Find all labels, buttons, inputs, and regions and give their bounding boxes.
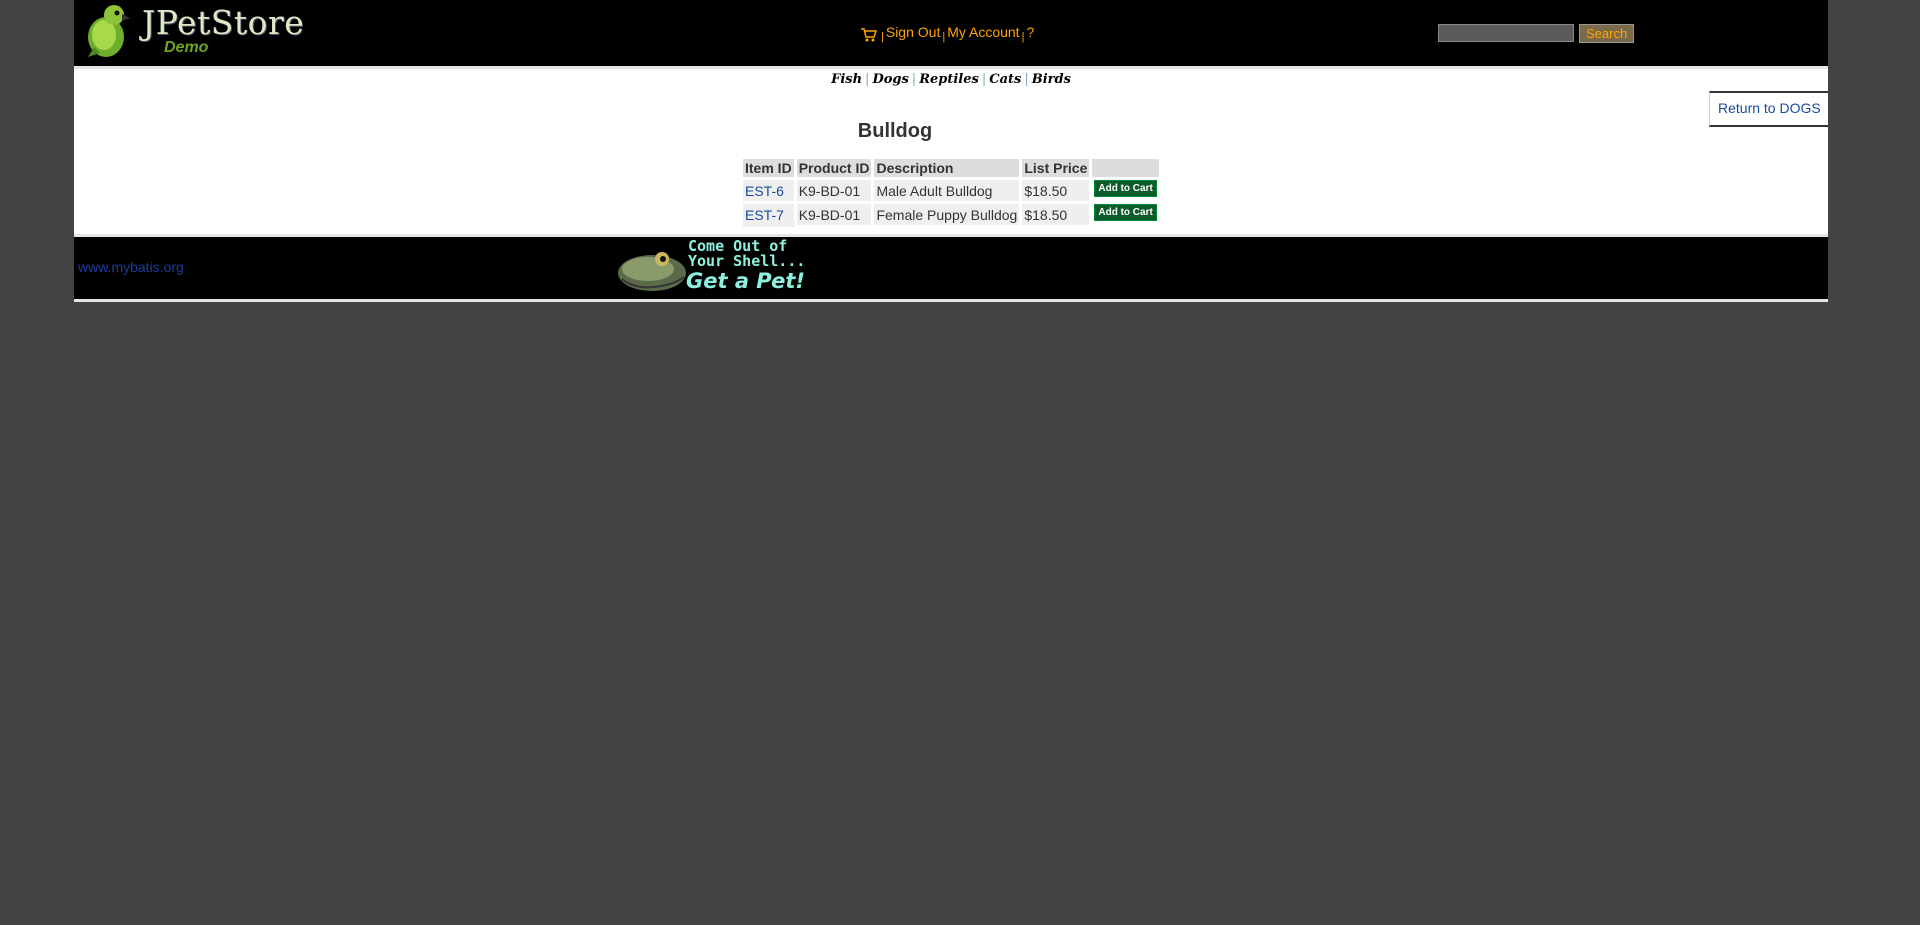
logo-subtitle: Demo [164,39,209,56]
quicklink-separator: | [1024,72,1029,87]
action-cell: Add to Cart [1092,204,1159,225]
table-row: EST-6 K9-BD-01 Male Adult Bulldog $18.50… [743,180,1159,201]
product-id-cell: K9-BD-01 [796,180,872,201]
footer: www.mybatis.org Come Out of Your Shell..… [74,234,1828,302]
quicklink-separator: | [911,72,917,87]
back-link-box: Return to DOGS [1709,91,1828,127]
menu-separator: | [942,31,946,43]
table-row: EST-7 K9-BD-01 Female Puppy Bulldog $18.… [743,204,1159,225]
table-footer-cell [743,221,795,227]
quicklink-fish[interactable]: Fish [831,72,862,87]
parrot-logo-icon [88,5,130,57]
my-account-link[interactable]: My Account [947,24,1019,40]
item-id-link[interactable]: EST-6 [745,183,784,199]
column-header-action [1092,159,1159,177]
price-cell: $18.50 [1022,180,1090,201]
header: JPetStore Demo | Sign Out | My Account |… [74,0,1828,69]
banner-line-2: Your Shell... [688,252,806,270]
main-content: Fish | Dogs | Reptiles | Cats | Birds Return to … [74,69,1828,234]
item-id-cell: EST-6 [743,180,794,201]
quicklink-cats[interactable]: Cats [989,72,1021,87]
column-header-list-price: List Price [1022,159,1090,177]
category-quicklinks: Fish | Dogs | Reptiles | Cats | Birds [74,72,1828,87]
sign-out-link[interactable]: Sign Out [886,24,940,40]
search-button[interactable]: Search [1579,24,1635,43]
menu-separator: | [1021,31,1025,43]
page-container: JPetStore Demo | Sign Out | My Account |… [74,0,1828,302]
page-title: Bulldog [857,120,933,142]
table-header-row: Item ID Product ID Description List Pric… [743,159,1159,177]
add-to-cart-button[interactable]: Add to Cart [1094,204,1157,221]
frog-banner-image [618,252,686,291]
description-cell: Male Adult Bulldog [874,180,1020,201]
add-to-cart-button[interactable]: Add to Cart [1094,180,1157,197]
column-header-item-id: Item ID [743,159,794,177]
banner-text-top: Come Out of Your Shell... [688,239,805,269]
quicklink-separator: | [981,72,987,87]
quicklink-separator: | [865,72,870,87]
return-to-dogs-link[interactable]: Return to DOGS [1718,100,1821,116]
price-cell: $18.50 [1022,204,1090,225]
product-id-cell: K9-BD-01 [796,204,872,225]
quicklink-birds[interactable]: Birds [1032,72,1071,87]
quicklink-dogs[interactable]: Dogs [872,72,908,87]
action-cell: Add to Cart [1092,180,1159,201]
logo-title: JPetStore [142,3,305,42]
items-table: Item ID Product ID Description List Pric… [740,156,1162,228]
header-menu: | Sign Out | My Account | ? [861,24,1034,43]
logo[interactable]: JPetStore Demo [84,3,314,59]
cart-icon[interactable] [861,28,877,42]
mybatis-link[interactable]: www.mybatis.org [78,259,184,275]
column-header-product-id: Product ID [796,159,872,177]
column-header-description: Description [874,159,1020,177]
search-form: Search [1438,24,1635,43]
quicklink-reptiles[interactable]: Reptiles [919,72,979,87]
search-input[interactable] [1438,24,1574,42]
description-cell: Female Puppy Bulldog [874,204,1020,225]
help-link[interactable]: ? [1026,24,1034,40]
banner[interactable]: Come Out of Your Shell... Get a Pet! [614,237,824,299]
menu-separator: | [881,31,884,43]
banner-line-3: Get a Pet! [686,269,805,293]
